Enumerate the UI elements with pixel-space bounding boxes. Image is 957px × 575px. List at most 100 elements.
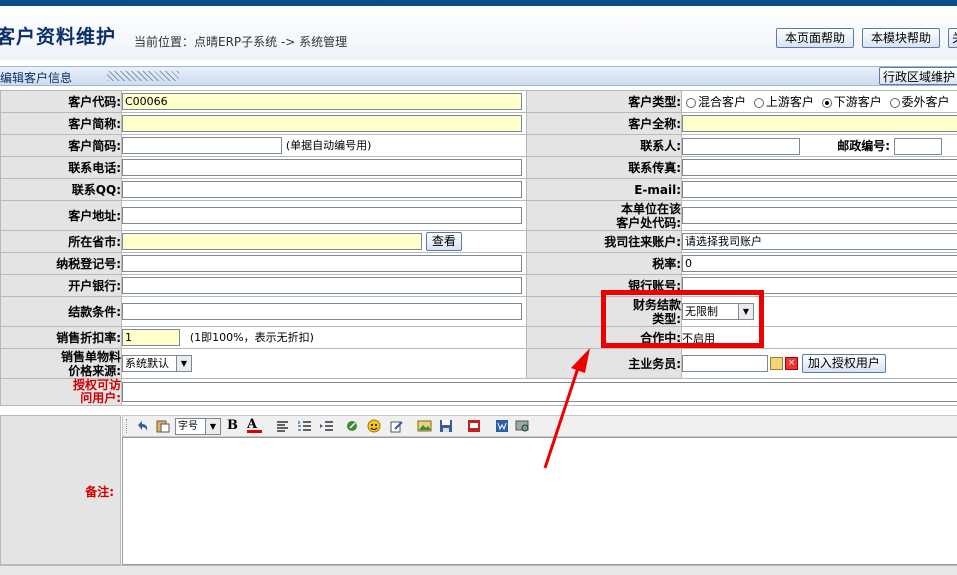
email-label: E-mail: [527,179,682,201]
clear-icon[interactable]: × [785,357,798,370]
edit-icon[interactable] [389,419,404,433]
align-icon[interactable] [275,419,290,433]
bank-input[interactable] [122,277,522,294]
radio-upstream-label: 上游客户 [766,95,814,109]
radio-mixed-label: 混合客户 [698,95,746,109]
our-account-select[interactable]: 请选择我司账户 [682,233,957,250]
word-icon[interactable] [495,419,510,433]
select-user-icon[interactable] [770,357,783,370]
radio-upstream[interactable] [754,98,764,108]
indent-icon[interactable] [319,419,334,433]
address-input[interactable] [122,207,522,224]
ordered-list-icon[interactable] [297,419,312,433]
font-size-select[interactable]: 字号▼ [175,418,221,435]
short-code-label: 客户简码: [1,135,122,157]
toolbar-grip [126,419,130,433]
editor-toolbar: 字号▼ B A [122,415,957,437]
settle-terms-input[interactable] [122,303,522,320]
page-header: 客户资料维护 当前位置：点晴ERP子系统 -> 系统管理 本页面帮助 本模块帮助… [0,0,957,60]
tax-reg-label: 纳税登记号: [1,253,122,275]
tax-rate-input[interactable]: 0 [682,255,957,272]
our-account-label: 我司往来账户: [527,231,682,253]
tax-rate-label: 税率: [527,253,682,275]
discount-label: 销售折扣率: [1,327,122,349]
image-icon[interactable] [417,419,432,433]
auth-users-label-line1: 授权可访 [73,378,121,392]
radio-outsource[interactable] [890,98,900,108]
customer-form: 客户代码: C00066 客户类型: 混合客户 上游客户 下游客户 委外客户 客… [0,90,957,406]
fax-label: 联系传真: [527,157,682,179]
section-bar: 编辑客户信息 行政区域维护 [0,66,957,86]
price-source-label-line2: 价格来源: [68,364,121,378]
short-code-input[interactable] [122,137,282,154]
address-label: 客户地址: [1,201,122,231]
contact-label: 联系人: [527,135,682,157]
province-input[interactable] [122,233,422,250]
font-color-icon[interactable]: A [247,419,262,433]
bold-icon[interactable]: B [227,419,242,433]
customer-code-label: 客户代码: [1,91,122,113]
customer-code-input[interactable]: C00066 [122,93,522,110]
salesman-label: 主业务员: [527,349,682,379]
paste-icon[interactable] [155,419,170,433]
salesman-input[interactable] [682,355,768,372]
our-code-input[interactable] [682,207,957,224]
remark-editor[interactable] [122,437,957,565]
price-source-select[interactable]: 系统默认 ▼ [122,355,192,372]
price-source-value: 系统默认 [125,357,169,370]
emoticon-icon[interactable] [367,419,382,433]
short-name-input[interactable] [122,115,522,132]
short-code-hint: (单据自动编号用) [286,139,372,152]
tax-reg-input[interactable] [122,255,522,272]
link-icon[interactable] [345,419,360,433]
remark-label-cell: 备注: [0,415,121,565]
add-auth-user-button[interactable]: 加入授权用户 [802,354,886,373]
discount-input[interactable]: 1 [122,329,180,346]
our-code-label: 本单位在该客户处代码: [527,201,682,231]
qq-input[interactable] [122,181,522,198]
postcode-label: 邮政编号: [800,137,894,154]
postcode-input[interactable] [894,138,942,155]
qq-label: 联系QQ: [1,179,122,201]
email-input[interactable] [682,181,957,198]
page-help-button[interactable]: 本页面帮助 [776,28,854,48]
full-name-label: 客户全称: [527,113,682,135]
save-icon[interactable] [439,419,454,433]
view-button[interactable]: 查看 [426,232,462,251]
radio-outsource-label: 委外客户 [902,95,950,109]
remark-label: 备注: [85,483,114,500]
font-size-value: 字号 [178,421,198,432]
price-source-label-line1: 销售单物料 [61,350,121,364]
auth-users-label-line2: 问用户: [80,391,121,405]
radio-mixed[interactable] [686,98,696,108]
full-name-input[interactable] [682,115,957,132]
contact-input[interactable] [682,138,800,155]
customer-type-radios: 混合客户 上游客户 下游客户 委外客户 [682,91,957,113]
our-code-label-line1: 本单位在该 [621,202,681,216]
price-source-label: 销售单物料价格来源: [1,349,122,379]
undo-icon[interactable] [135,419,150,433]
fax-input[interactable] [682,159,957,176]
settle-terms-label: 结款条件: [1,297,122,327]
auth-users-input[interactable] [122,382,957,402]
preview-icon[interactable] [515,419,530,433]
phone-label: 联系电话: [1,157,122,179]
flash-icon[interactable] [467,419,482,433]
short-name-label: 客户简称: [1,113,122,135]
bank-label: 开户银行: [1,275,122,297]
region-maintain-button[interactable]: 行政区域维护 [879,67,957,85]
customer-type-label: 客户类型: [527,91,682,113]
phone-input[interactable] [122,159,522,176]
chevron-down-icon: ▼ [176,356,191,371]
province-label: 所在省市: [1,231,122,253]
highlight-box [601,290,764,348]
page-title: 客户资料维护 [0,22,116,49]
close-button[interactable]: 关 [948,28,957,48]
auth-users-label: 授权可访问用户: [1,379,122,406]
discount-hint: (1即100%，表示无折扣) [184,331,314,344]
breadcrumb: 当前位置：点晴ERP子系统 -> 系统管理 [134,33,347,50]
decorative-hatch [107,71,179,81]
radio-downstream[interactable] [822,98,832,108]
section-title: 编辑客户信息 [0,69,72,86]
module-help-button[interactable]: 本模块帮助 [862,28,940,48]
